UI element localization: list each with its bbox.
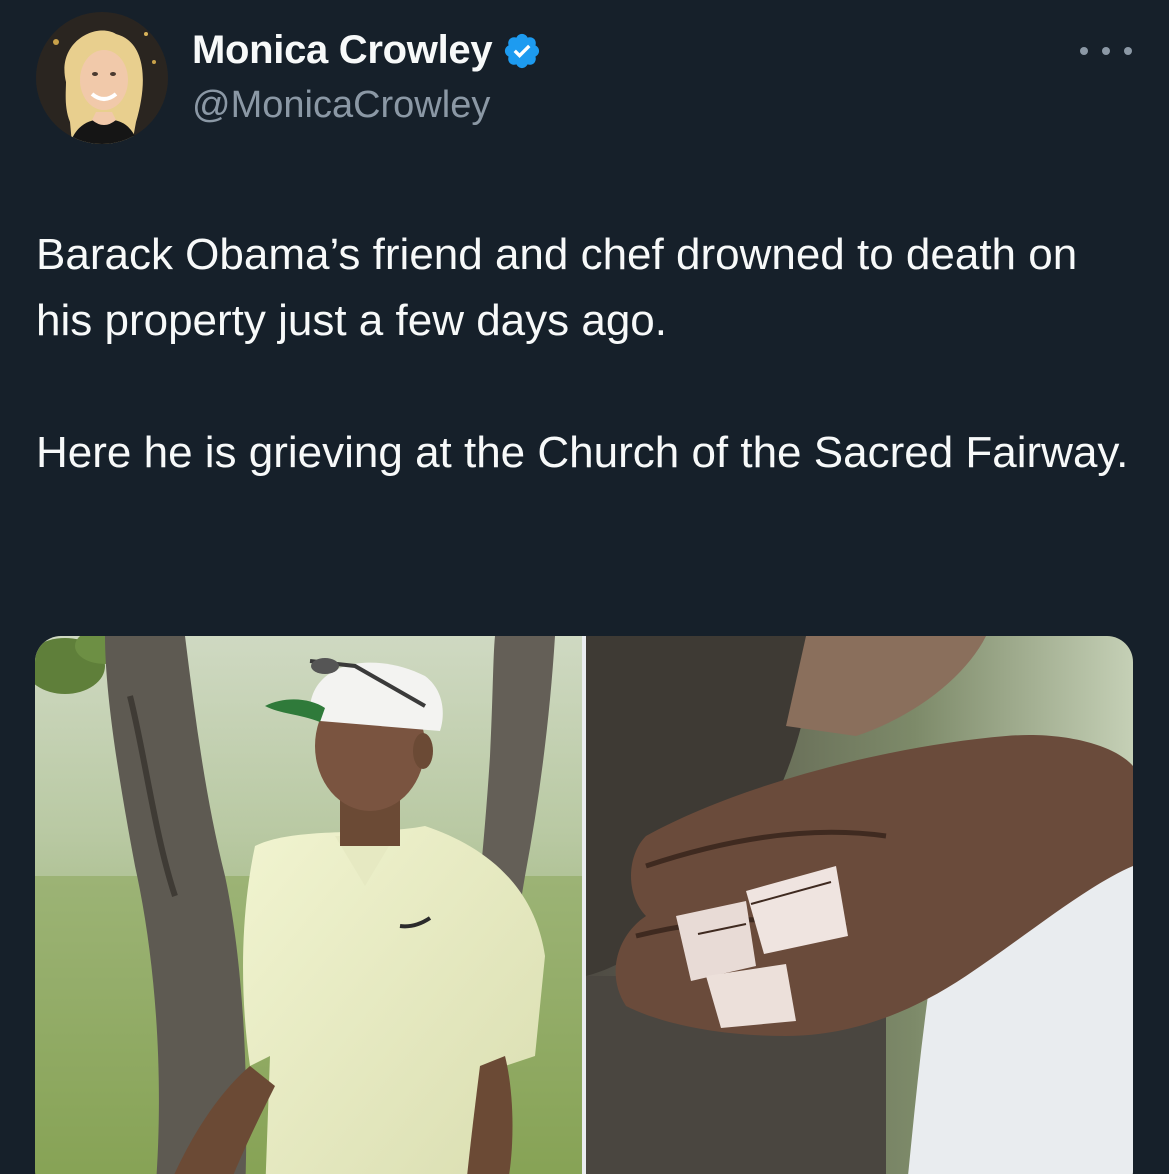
more-dots-icon	[1080, 47, 1088, 55]
avatar-image	[36, 12, 168, 144]
tweet-text: Barack Obama’s friend and chef drowned t…	[36, 222, 1136, 486]
tweet-paragraph: Barack Obama’s friend and chef drowned t…	[36, 230, 1078, 345]
golfer-photo[interactable]	[35, 636, 582, 1174]
author-display-name[interactable]: Monica Crowley	[192, 28, 493, 73]
author-handle[interactable]: @MonicaCrowley	[192, 84, 490, 127]
tweet-card: Monica Crowley @MonicaCrowley Barack Oba…	[0, 0, 1169, 1174]
verified-badge-icon	[502, 31, 542, 71]
author-display-name-row[interactable]: Monica Crowley	[192, 28, 542, 73]
tweet-media[interactable]	[35, 636, 1133, 1174]
author-avatar[interactable]	[36, 12, 168, 144]
taped-fingers-closeup-photo[interactable]	[586, 636, 1133, 1174]
tweet-paragraph: Here he is grieving at the Church of the…	[36, 428, 1129, 477]
more-options-button[interactable]	[1080, 36, 1132, 66]
